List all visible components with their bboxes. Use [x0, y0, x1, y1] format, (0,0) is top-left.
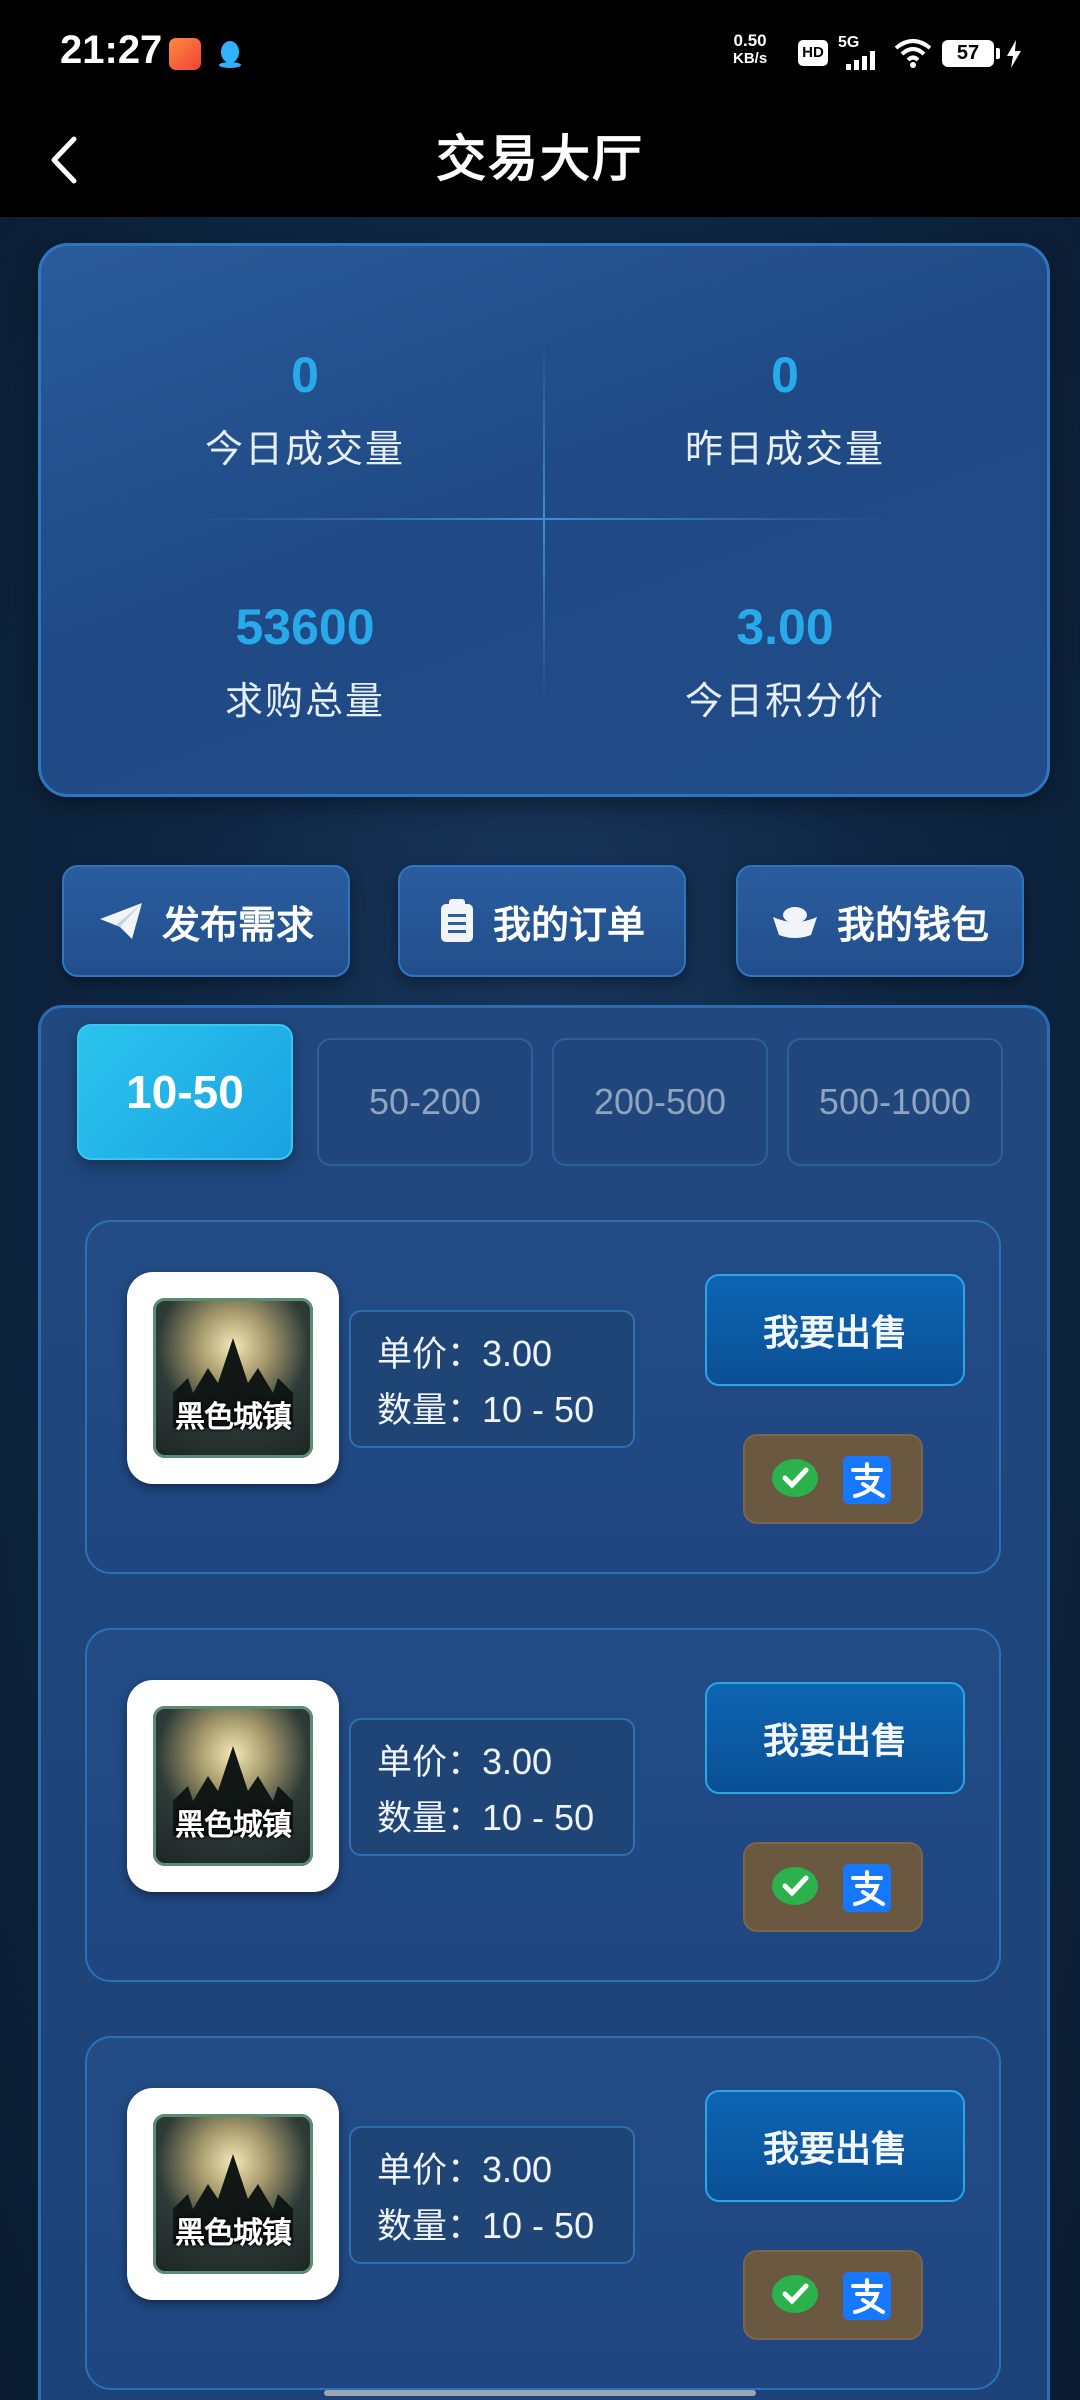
payment-methods — [743, 1842, 923, 1932]
stat-value: 53600 — [235, 599, 375, 655]
price-row: 单价：3.00 — [377, 1330, 552, 1378]
quantity-value: 10 - 50 — [482, 2205, 595, 2246]
divider-horizontal — [191, 518, 891, 520]
wifi-icon — [894, 39, 932, 68]
net-speed: 0.50 KB/s — [733, 31, 768, 68]
wechat-pay-icon — [772, 2275, 818, 2313]
order-info: 单价：3.00 数量：10 - 50 — [349, 2126, 635, 2264]
alipay-icon — [843, 2272, 891, 2320]
my-wallet-button[interactable]: 我的钱包 — [736, 865, 1024, 977]
order-card: 黑色城镇 单价：3.00 数量：10 - 50 我要出售 — [85, 1220, 1001, 1574]
stat-today-price: 3.00 今日积分价 — [545, 596, 1025, 725]
game-thumbnail: 黑色城镇 — [127, 1680, 339, 1892]
game-name: 黑色城镇 — [175, 1808, 292, 1843]
stat-value: 0 — [291, 347, 319, 403]
qq-icon — [219, 41, 241, 68]
price-label: 单价： — [377, 1743, 483, 1783]
hd-badge: HD — [798, 40, 828, 66]
price-row: 单价：3.00 — [377, 1738, 552, 1786]
clipboard-icon — [440, 899, 473, 942]
order-card: 黑色城镇 单价：3.00 数量：10 - 50 我要出售 — [85, 2036, 1001, 2390]
price-row: 单价：3.00 — [377, 2146, 552, 2194]
order-list-panel: 10-50 50-200 200-500 500-1000 黑色城镇 单价：3.… — [38, 1005, 1050, 2400]
my-wallet-label: 我的钱包 — [836, 902, 989, 947]
quantity-label: 数量： — [377, 2207, 483, 2247]
stat-label: 今日成交量 — [204, 427, 405, 471]
sell-button[interactable]: 我要出售 — [705, 1274, 965, 1386]
stat-label: 昨日成交量 — [684, 427, 885, 471]
order-card: 黑色城镇 单价：3.00 数量：10 - 50 我要出售 — [85, 1628, 1001, 1982]
price-label: 单价： — [377, 2151, 483, 2191]
price-value: 3.00 — [482, 1741, 553, 1782]
tab-500-1000[interactable]: 500-1000 — [787, 1038, 1003, 1166]
price-label: 单价： — [377, 1335, 483, 1375]
tab-50-200[interactable]: 50-200 — [317, 1038, 533, 1166]
order-info: 单价：3.00 数量：10 - 50 — [349, 1310, 635, 1448]
quantity-row: 数量：10 - 50 — [377, 1794, 594, 1842]
publish-demand-button[interactable]: 发布需求 — [62, 865, 350, 977]
alipay-icon — [843, 1456, 891, 1504]
sell-button[interactable]: 我要出售 — [705, 2090, 965, 2202]
quantity-label: 数量： — [377, 1799, 483, 1839]
gold-ingot-icon — [772, 907, 817, 938]
game-cover-image: 黑色城镇 — [153, 1706, 313, 1866]
sell-button[interactable]: 我要出售 — [705, 1682, 965, 1794]
game-cover-image: 黑色城镇 — [153, 1298, 313, 1458]
game-name: 黑色城镇 — [175, 2216, 292, 2251]
stat-label: 今日积分价 — [684, 679, 885, 723]
paper-plane-icon — [99, 903, 142, 939]
charging-icon — [1007, 40, 1021, 68]
tab-10-50[interactable]: 10-50 — [77, 1024, 293, 1160]
app-notification-icon — [169, 38, 201, 70]
price-value: 3.00 — [482, 1333, 553, 1374]
status-time: 21:27 — [60, 28, 163, 72]
stats-card: 0 今日成交量 0 昨日成交量 53600 求购总量 3.00 今日积分价 — [38, 243, 1050, 797]
quantity-value: 10 - 50 — [482, 1797, 595, 1838]
stat-yesterday-volume: 0 昨日成交量 — [545, 344, 1025, 473]
home-indicator[interactable] — [324, 2390, 756, 2396]
quantity-value: 10 - 50 — [482, 1389, 595, 1430]
stat-value: 0 — [771, 347, 799, 403]
signal-icon — [846, 51, 875, 70]
tab-200-500[interactable]: 200-500 — [552, 1038, 768, 1166]
price-value: 3.00 — [482, 2149, 553, 2190]
battery-icon: 57 — [942, 40, 1000, 67]
status-bar: 21:27 0.50 KB/s HD 5G 57 — [0, 0, 1080, 105]
payment-methods — [743, 1434, 923, 1524]
game-thumbnail: 黑色城镇 — [127, 1272, 339, 1484]
game-cover-image: 黑色城镇 — [153, 2114, 313, 2274]
stat-total-demand: 53600 求购总量 — [65, 596, 545, 725]
alipay-icon — [843, 1864, 891, 1912]
publish-demand-label: 发布需求 — [161, 902, 314, 947]
quantity-row: 数量：10 - 50 — [377, 1386, 594, 1434]
payment-methods — [743, 2250, 923, 2340]
quantity-label: 数量： — [377, 1391, 483, 1431]
game-name: 黑色城镇 — [175, 1400, 292, 1435]
my-orders-button[interactable]: 我的订单 — [398, 865, 686, 977]
my-orders-label: 我的订单 — [492, 902, 645, 947]
stat-value: 3.00 — [736, 599, 834, 655]
content-area: 0 今日成交量 0 昨日成交量 53600 求购总量 3.00 今日积分价 发布… — [0, 217, 1080, 2400]
game-thumbnail: 黑色城镇 — [127, 2088, 339, 2300]
quantity-row: 数量：10 - 50 — [377, 2202, 594, 2250]
wechat-pay-icon — [772, 1459, 818, 1497]
stat-label: 求购总量 — [224, 679, 385, 723]
wechat-pay-icon — [772, 1867, 818, 1905]
nav-bar: 交易大厅 — [0, 105, 1080, 217]
page-title: 交易大厅 — [436, 130, 644, 188]
stat-today-volume: 0 今日成交量 — [65, 344, 545, 473]
order-info: 单价：3.00 数量：10 - 50 — [349, 1718, 635, 1856]
